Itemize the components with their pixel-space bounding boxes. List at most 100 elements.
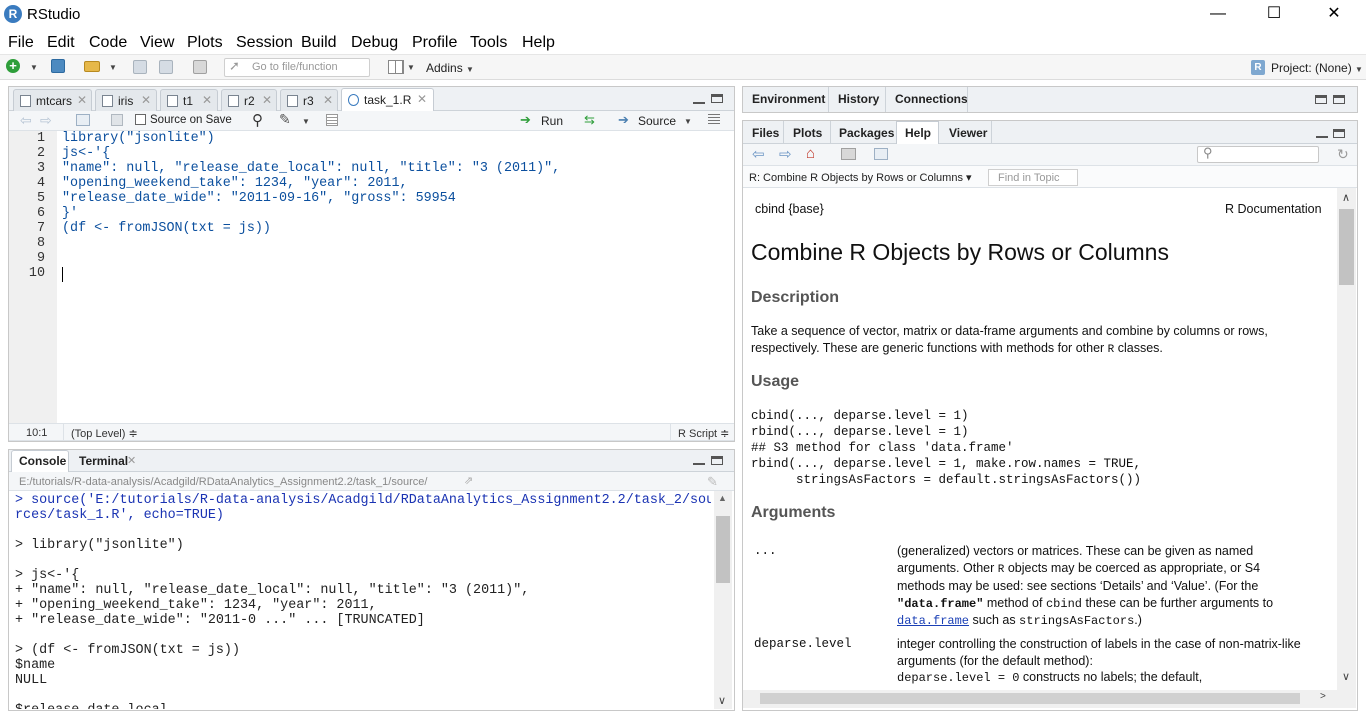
tab-connections[interactable]: Connections	[895, 92, 968, 106]
maximize-button[interactable]: ☐	[1251, 0, 1297, 30]
compile-report-icon[interactable]	[326, 114, 338, 126]
refresh-icon[interactable]: ↻	[1337, 146, 1349, 163]
divider	[783, 121, 784, 144]
scroll-up-icon[interactable]: ▲	[718, 493, 727, 503]
console-line: > library("jsonlite")	[15, 538, 184, 553]
addins-button[interactable]: Addins ▼	[426, 61, 474, 75]
clear-console-icon[interactable]: ✎	[707, 474, 718, 490]
menu-edit[interactable]: Edit	[47, 34, 75, 52]
scroll-up-icon[interactable]: ∧	[1342, 191, 1350, 204]
minimize-pane-icon[interactable]	[1316, 134, 1328, 138]
data-frame-link[interactable]: data.frame	[897, 614, 969, 628]
tab-mtcars[interactable]: mtcars ✕	[13, 89, 92, 111]
project-icon[interactable]: R	[1251, 60, 1265, 75]
help-content: cbind {base} R Documentation Combine R O…	[743, 188, 1337, 708]
text: .)	[1134, 613, 1142, 627]
line-number: 2	[36, 146, 45, 161]
menu-file[interactable]: File	[8, 34, 34, 52]
go-to-directory-icon[interactable]: ⇗	[464, 474, 473, 487]
scroll-down-icon[interactable]: ∨	[718, 694, 726, 707]
help-scrollbar-thumb[interactable]	[1339, 209, 1354, 285]
tab-history[interactable]: History	[838, 92, 879, 106]
close-tab-icon[interactable]: ✕	[323, 93, 333, 107]
run-button[interactable]: Run	[541, 114, 563, 128]
tab-environment[interactable]: Environment	[752, 92, 825, 106]
help-topic-selector[interactable]: R: Combine R Objects by Rows or Columns …	[749, 171, 972, 184]
rerun-icon[interactable]: ⇆	[584, 112, 595, 128]
chevron-down-icon[interactable]: ▼	[684, 117, 692, 126]
back-arrow-icon[interactable]: ⇦	[752, 145, 765, 163]
minimize-pane-icon[interactable]	[693, 461, 705, 465]
new-project-icon[interactable]	[51, 59, 65, 73]
restore-pane-icon[interactable]	[1315, 95, 1327, 104]
menu-code[interactable]: Code	[89, 34, 127, 52]
chevron-down-icon[interactable]: ▼	[30, 63, 38, 72]
forward-arrow-icon[interactable]: ⇨	[40, 112, 52, 129]
close-tab-icon[interactable]: ✕	[417, 92, 427, 106]
file-type-selector[interactable]: R Script ≑	[678, 427, 729, 440]
close-tab-icon[interactable]: ✕	[77, 93, 87, 107]
console-output[interactable]: > source('E:/tutorials/R-data-analysis/A…	[15, 493, 711, 709]
forward-arrow-icon[interactable]: ⇨	[779, 145, 792, 163]
workspace-panes-icon[interactable]	[388, 60, 404, 74]
minimize-pane-icon[interactable]	[693, 100, 705, 104]
project-menu[interactable]: Project: (None) ▼	[1271, 61, 1363, 75]
chevron-down-icon[interactable]: ▼	[302, 117, 310, 126]
code-editor[interactable]: library("jsonlite") js<-'{"name": null, "…	[62, 131, 560, 281]
print-icon[interactable]	[841, 148, 856, 160]
help-hscroll-thumb[interactable]	[760, 693, 1300, 704]
menu-tools[interactable]: Tools	[470, 34, 507, 52]
menu-view[interactable]: View	[140, 34, 174, 52]
close-tab-icon[interactable]: ✕	[127, 454, 136, 467]
home-icon[interactable]: ⌂	[806, 145, 815, 162]
help-search-input[interactable]	[1197, 146, 1319, 163]
show-in-window-icon[interactable]	[874, 148, 888, 160]
maximize-pane-icon[interactable]	[1333, 129, 1345, 138]
save-all-icon[interactable]	[159, 60, 173, 74]
back-arrow-icon[interactable]: ⇦	[20, 112, 32, 129]
menu-help[interactable]: Help	[522, 34, 555, 52]
menu-debug[interactable]: Debug	[351, 34, 398, 52]
tab-t1[interactable]: t1 ✕	[160, 89, 218, 111]
minimize-button[interactable]: —	[1195, 0, 1241, 30]
show-in-window-icon[interactable]	[76, 114, 90, 126]
tab-r3[interactable]: r3 ✕	[280, 89, 338, 111]
tab-plots[interactable]: Plots	[793, 126, 822, 140]
maximize-pane-icon[interactable]	[711, 456, 723, 465]
new-file-icon[interactable]: +	[6, 59, 20, 73]
menu-build[interactable]: Build	[301, 34, 337, 52]
scope-selector[interactable]: (Top Level) ≑	[71, 427, 138, 440]
save-icon[interactable]	[111, 114, 123, 126]
search-icon[interactable]: ⚲	[252, 111, 263, 129]
chevron-down-icon[interactable]: ▼	[109, 63, 117, 72]
console-line: $release_date_local	[15, 703, 711, 709]
print-icon[interactable]	[193, 60, 207, 74]
tab-packages[interactable]: Packages	[839, 126, 894, 140]
magic-wand-icon[interactable]: ✎	[279, 111, 291, 128]
save-icon[interactable]	[133, 60, 147, 74]
close-button[interactable]: ✕	[1311, 0, 1357, 30]
open-folder-icon[interactable]	[84, 61, 100, 72]
tab-viewer[interactable]: Viewer	[949, 126, 987, 140]
menu-profile[interactable]: Profile	[412, 34, 457, 52]
close-tab-icon[interactable]: ✕	[202, 93, 212, 107]
menu-plots[interactable]: Plots	[187, 34, 223, 52]
source-on-save-checkbox[interactable]	[135, 114, 146, 125]
tab-task-1-r[interactable]: task_1.R ✕	[341, 88, 434, 111]
close-tab-icon[interactable]: ✕	[262, 93, 272, 107]
source-button[interactable]: Source	[638, 114, 676, 128]
chevron-down-icon[interactable]: ▼	[407, 63, 415, 72]
tab-terminal[interactable]: Terminal	[79, 454, 128, 468]
maximize-pane-icon[interactable]	[1333, 95, 1345, 104]
console-scrollbar-thumb[interactable]	[716, 516, 730, 583]
tab-files[interactable]: Files	[752, 126, 779, 140]
scroll-down-icon[interactable]: ∨	[1342, 670, 1350, 683]
document-outline-icon[interactable]	[708, 114, 720, 124]
tab-r2[interactable]: r2 ✕	[221, 89, 277, 111]
maximize-pane-icon[interactable]	[711, 94, 723, 103]
tab-iris[interactable]: iris ✕	[95, 89, 157, 111]
menu-session[interactable]: Session	[236, 34, 293, 52]
scroll-right-icon[interactable]: >	[1320, 691, 1326, 702]
close-tab-icon[interactable]: ✕	[141, 93, 151, 107]
